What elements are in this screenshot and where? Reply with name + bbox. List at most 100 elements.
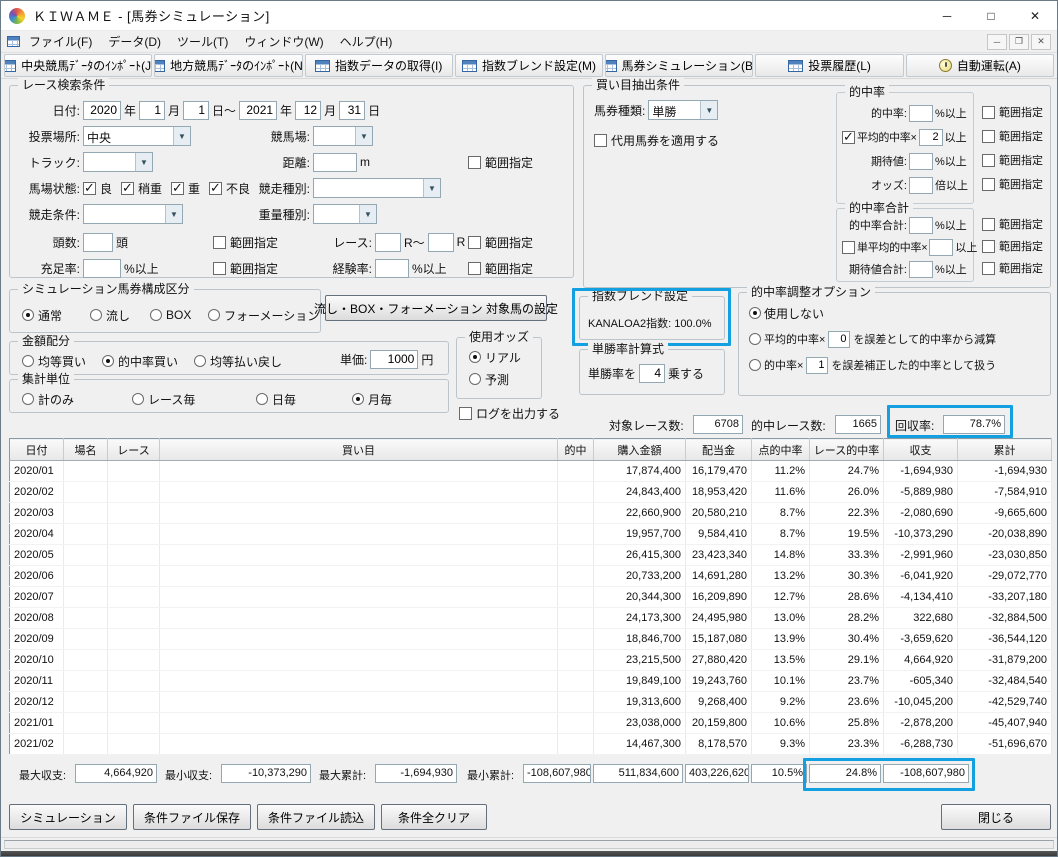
surface-bad-checkbox[interactable]: 不良 bbox=[209, 180, 250, 197]
odds-range-checkbox[interactable]: 範囲指定 bbox=[982, 176, 1043, 192]
formula-power-input[interactable] bbox=[639, 363, 666, 383]
expected-value-total-input[interactable] bbox=[909, 260, 933, 278]
toolbar-index-blend-button[interactable]: 指数ブレンド設定(M) bbox=[454, 54, 604, 77]
adjust-none-radio[interactable]: 使用しない bbox=[749, 303, 824, 323]
mdi-restore-button[interactable]: ❐ bbox=[1009, 33, 1029, 50]
aggregate-per-race-radio[interactable]: レース毎 bbox=[132, 390, 195, 408]
table-row[interactable]: 2020/09 18,846,700 15,187,080 13.9% 30.4% -3,… bbox=[9, 628, 1052, 650]
toolbar-import-local-button[interactable]: 地方競馬ﾃﾞｰﾀのｲﾝﾎﾟｰﾄ(N) bbox=[154, 54, 303, 77]
condition-clear-button[interactable]: 条件全クリア bbox=[381, 804, 487, 830]
avg-hit-range-checkbox[interactable]: 範囲指定 bbox=[982, 128, 1043, 144]
adjust-correct-radio[interactable]: 的中率× を誤差補正した的中率として扱う bbox=[749, 355, 996, 375]
fill-rate-range-checkbox[interactable]: 範囲指定 bbox=[213, 260, 278, 277]
distance-range-checkbox[interactable]: 範囲指定 bbox=[468, 154, 533, 171]
menu-tools[interactable]: ツール(T) bbox=[170, 31, 235, 52]
aggregate-per-month-radio[interactable]: 月毎 bbox=[352, 390, 392, 408]
table-row[interactable]: 2020/11 19,849,100 19,243,760 10.1% 23.7% -60… bbox=[9, 670, 1052, 692]
table-row[interactable]: 2020/03 22,660,900 20,580,210 8.7% 22.3% -2,0… bbox=[9, 502, 1052, 524]
unit-price-input[interactable] bbox=[370, 349, 419, 369]
date-from-year-input[interactable] bbox=[83, 100, 121, 120]
column-header-4[interactable]: 的中 bbox=[557, 438, 594, 461]
weight-type-dropdown[interactable]: ▼ bbox=[313, 204, 377, 224]
toolbar-vote-history-button[interactable]: 投票履歴(L) bbox=[755, 54, 904, 77]
table-row[interactable]: 2020/01 17,874,400 16,179,470 11.2% 24.7% -1,… bbox=[9, 460, 1052, 482]
table-row[interactable]: 2021/02 14,467,300 8,178,570 9.3% 23.3% -6,28… bbox=[9, 733, 1052, 755]
fill-rate-input[interactable] bbox=[83, 258, 121, 278]
hit-rate-total-input[interactable] bbox=[909, 216, 933, 234]
table-row[interactable]: 2021/01 23,038,000 20,159,800 10.6% 25.8% -2,… bbox=[9, 712, 1052, 734]
heads-range-checkbox[interactable]: 範囲指定 bbox=[213, 234, 278, 251]
minimize-button[interactable]: ─ bbox=[925, 1, 969, 30]
adjust-subtract-radio[interactable]: 平均的中率× を誤差として的中率から減算 bbox=[749, 329, 996, 349]
column-header-1[interactable]: 場名 bbox=[63, 438, 108, 461]
table-row[interactable]: 2020/05 26,415,300 23,423,340 14.8% 33.3% -2,… bbox=[9, 544, 1052, 566]
table-row[interactable]: 2020/06 20,733,200 14,691,280 13.2% 30.3% -6,… bbox=[9, 565, 1052, 587]
column-header-10[interactable]: 累計 bbox=[957, 438, 1052, 461]
race-type-dropdown[interactable]: ▼ bbox=[313, 178, 441, 198]
aggregate-per-day-radio[interactable]: 日毎 bbox=[256, 390, 296, 408]
toolbar-simulation-button[interactable]: 馬券シミュレーション(B) bbox=[605, 54, 754, 77]
hit-rate-input[interactable] bbox=[909, 104, 933, 122]
hit-rate-total-range-checkbox[interactable]: 範囲指定 bbox=[982, 216, 1043, 232]
date-from-month-input[interactable] bbox=[139, 100, 166, 120]
sim-type-normal-radio[interactable]: 通常 bbox=[22, 306, 62, 324]
race-cond-dropdown[interactable]: ▼ bbox=[83, 204, 183, 224]
single-avg-hit-multiplier-input[interactable] bbox=[929, 238, 954, 256]
simulation-button[interactable]: シミュレーション bbox=[9, 804, 127, 830]
expected-total-range-checkbox[interactable]: 範囲指定 bbox=[982, 260, 1043, 276]
column-header-9[interactable]: 収支 bbox=[883, 438, 958, 461]
column-header-2[interactable]: レース bbox=[107, 438, 160, 461]
sim-type-box-radio[interactable]: BOX bbox=[150, 306, 191, 324]
table-row[interactable]: 2020/04 19,957,700 9,584,410 8.7% 19.5% -10,3… bbox=[9, 523, 1052, 545]
course-dropdown[interactable]: ▼ bbox=[313, 126, 373, 146]
exp-rate-input[interactable] bbox=[375, 258, 409, 278]
odds-real-radio[interactable]: リアル bbox=[469, 348, 521, 366]
date-to-year-input[interactable] bbox=[239, 100, 278, 120]
expected-value-input[interactable] bbox=[909, 152, 933, 170]
surface-slightly-heavy-checkbox[interactable]: 稍重 bbox=[121, 180, 162, 197]
table-row[interactable]: 2020/08 24,173,300 24,495,980 13.0% 28.2% 322… bbox=[9, 607, 1052, 629]
adjust-correct-input[interactable] bbox=[806, 356, 829, 374]
date-from-day-input[interactable] bbox=[183, 100, 210, 120]
date-to-month-input[interactable] bbox=[295, 100, 322, 120]
menu-help[interactable]: ヘルプ(H) bbox=[333, 31, 400, 52]
place-dropdown[interactable]: 中央 ▼ bbox=[83, 126, 191, 146]
avg-hit-multiplier-checkbox[interactable] bbox=[842, 130, 855, 144]
distance-input[interactable] bbox=[313, 152, 357, 172]
race-no-range-checkbox[interactable]: 範囲指定 bbox=[468, 234, 533, 251]
aggregate-total-only-radio[interactable]: 計のみ bbox=[22, 390, 74, 408]
close-button[interactable]: ✕ bbox=[1013, 1, 1057, 30]
output-log-checkbox[interactable]: ログを出力する bbox=[459, 405, 560, 422]
title-bar[interactable]: ＫＩＷＡＭＥ - [馬券シミュレーション] ─ □ ✕ bbox=[1, 1, 1057, 31]
date-to-day-input[interactable] bbox=[339, 100, 366, 120]
mdi-minimize-button[interactable]: ─ bbox=[987, 33, 1007, 50]
substitute-bet-checkbox[interactable]: 代用馬券を適用する bbox=[594, 132, 719, 149]
surface-good-checkbox[interactable]: 良 bbox=[83, 180, 112, 197]
condition-file-save-button[interactable]: 条件ファイル保存 bbox=[133, 804, 251, 830]
amount-hit-rate-buy-radio[interactable]: 的中率買い bbox=[102, 352, 178, 370]
avg-hit-multiplier-input[interactable] bbox=[918, 128, 943, 146]
exp-rate-range-checkbox[interactable]: 範囲指定 bbox=[468, 260, 533, 277]
single-avg-hit-range-checkbox[interactable]: 範囲指定 bbox=[982, 238, 1043, 254]
column-header-7[interactable]: 点的中率 bbox=[751, 438, 810, 461]
mdi-close-button[interactable]: ✕ bbox=[1031, 33, 1051, 50]
toolbar-import-central-button[interactable]: 中央競馬ﾃﾞｰﾀのｲﾝﾎﾟｰﾄ(J) bbox=[4, 54, 153, 77]
maximize-button[interactable]: □ bbox=[969, 1, 1013, 30]
amount-equal-buy-radio[interactable]: 均等買い bbox=[22, 352, 86, 370]
amount-equal-payout-radio[interactable]: 均等払い戻し bbox=[194, 352, 282, 370]
column-header-5[interactable]: 購入金額 bbox=[593, 438, 686, 461]
table-row[interactable]: 2020/02 24,843,400 18,953,420 11.6% 26.0% -5,… bbox=[9, 481, 1052, 503]
menu-file[interactable]: ファイル(F) bbox=[22, 31, 99, 52]
expected-value-range-checkbox[interactable]: 範囲指定 bbox=[982, 152, 1043, 168]
table-row[interactable]: 2020/12 19,313,600 9,268,400 9.2% 23.6% -10,0… bbox=[9, 691, 1052, 713]
odds-predicted-radio[interactable]: 予測 bbox=[469, 370, 509, 388]
odds-input[interactable] bbox=[909, 176, 933, 194]
target-horse-settings-button[interactable]: 流し・BOX・フォーメーション 対象馬の設定 bbox=[314, 295, 558, 321]
surface-heavy-checkbox[interactable]: 重 bbox=[171, 180, 200, 197]
column-header-8[interactable]: レース的中率 bbox=[809, 438, 884, 461]
sim-type-nagashi-radio[interactable]: 流し bbox=[90, 306, 130, 324]
condition-file-load-button[interactable]: 条件ファイル読込 bbox=[257, 804, 375, 830]
table-row[interactable]: 2020/10 23,215,500 27,880,420 13.5% 29.1% 4,6… bbox=[9, 649, 1052, 671]
bet-type-dropdown[interactable]: 単勝 ▼ bbox=[648, 100, 719, 120]
single-avg-hit-multiplier-checkbox[interactable] bbox=[842, 240, 855, 254]
